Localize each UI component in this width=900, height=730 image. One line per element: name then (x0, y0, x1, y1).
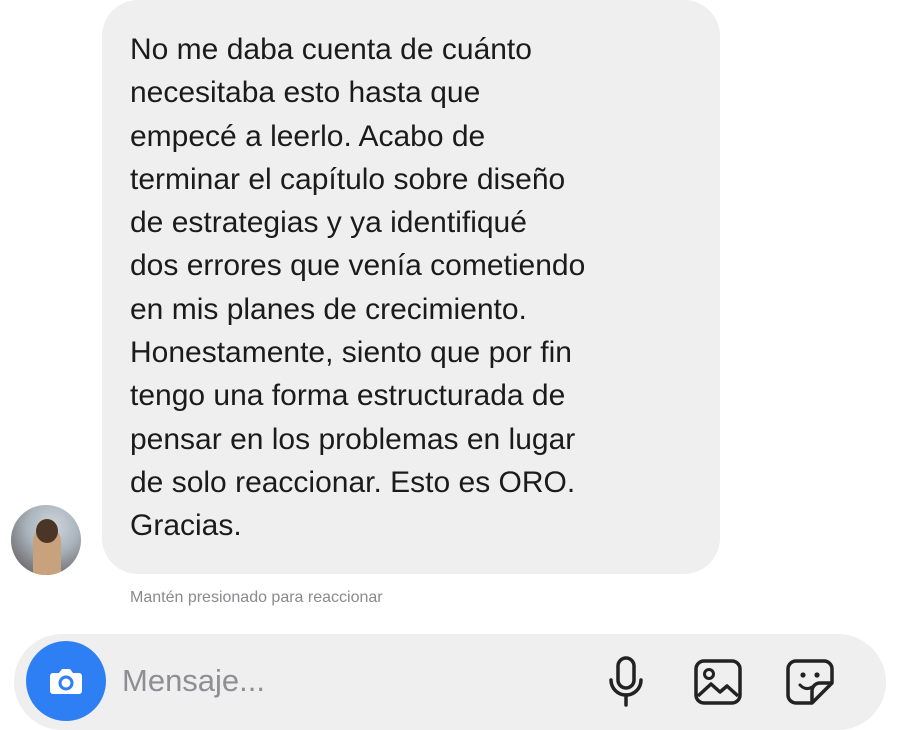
message-line: necesitaba esto hasta que (130, 76, 481, 110)
react-hint: Mantén presionado para reaccionar (130, 589, 383, 606)
camera-button[interactable] (26, 641, 106, 721)
sender-avatar[interactable] (11, 505, 81, 575)
received-message-bubble[interactable]: No me daba cuenta de cuánto necesitaba e… (102, 0, 720, 574)
message-line: de solo reaccionar. Esto es ORO. (130, 465, 576, 499)
message-input[interactable] (122, 658, 542, 704)
microphone-icon (609, 656, 643, 707)
message-line: tengo una forma estructurada de (130, 379, 566, 413)
message-line: pensar en los problemas en lugar (130, 422, 576, 456)
message-line: de estrategias y ya identifiqué (130, 206, 527, 240)
voice-message-button[interactable] (596, 652, 656, 712)
message-line: en mis planes de crecimiento. (130, 292, 527, 326)
chat-thread: No me daba cuenta de cuánto necesitaba e… (0, 0, 900, 620)
message-line: Gracias. (130, 509, 242, 543)
message-line: Honestamente, siento que por fin (130, 336, 572, 370)
avatar-head (36, 519, 58, 543)
image-gallery-icon (694, 659, 742, 705)
message-line: empecé a leerlo. Acabo de (130, 119, 486, 153)
message-line: terminar el capítulo sobre diseño (130, 162, 566, 196)
message-line: No me daba cuenta de cuánto (130, 33, 532, 66)
sticker-icon (786, 659, 834, 705)
message-composer (14, 634, 886, 730)
sticker-button[interactable] (780, 652, 840, 712)
message-line: dos errores que venía cometiendo (130, 249, 586, 283)
message-text: No me daba cuenta de cuánto necesitaba e… (130, 28, 700, 548)
gallery-button[interactable] (688, 652, 748, 712)
camera-icon (50, 669, 82, 694)
